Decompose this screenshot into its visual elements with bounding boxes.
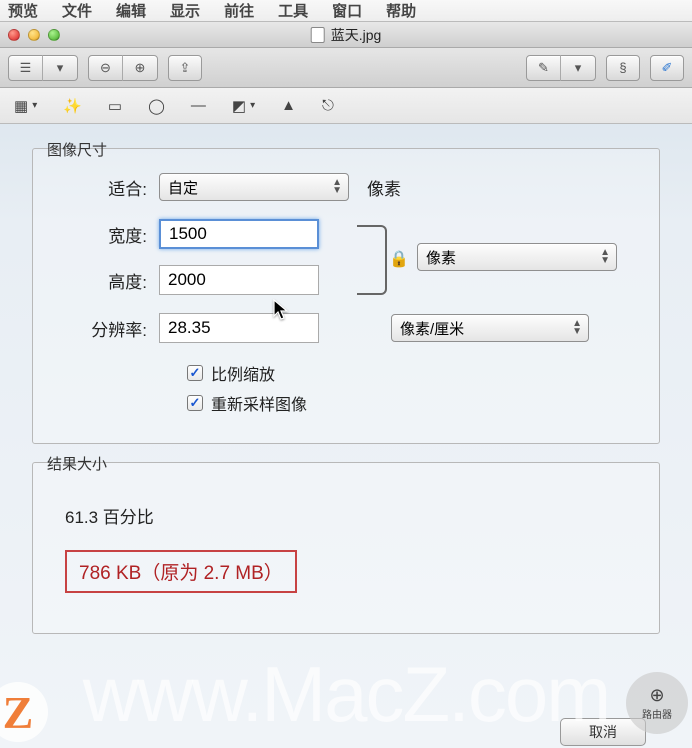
toolbar: ☰ ▾ ⊖ ⊕ ⇪ ✎ ▾ § ✐ xyxy=(0,48,692,88)
traffic-lights xyxy=(8,29,60,41)
resolution-input[interactable] xyxy=(159,313,319,343)
image-size-group: 图像尺寸 适合: 自定 ▲▼ 像素 宽度: 高度: 🔒 像素 ▲▼ xyxy=(32,148,660,444)
dimension-unit-select[interactable]: 像素 ▲▼ xyxy=(417,243,617,271)
zoom-in-icon: ⊕ xyxy=(135,60,146,76)
rectangle-tool[interactable]: ▭ xyxy=(108,97,122,115)
menu-item[interactable]: 文件 xyxy=(62,0,92,21)
menu-item[interactable]: 前往 xyxy=(224,0,254,21)
lock-icon[interactable]: 🔒 xyxy=(389,249,409,269)
resample-checkbox[interactable]: ✓ xyxy=(187,395,203,411)
sign-icon: § xyxy=(619,60,626,75)
zoom-in-button[interactable]: ⊕ xyxy=(123,55,157,81)
select-arrows-icon: ▲▼ xyxy=(332,179,342,195)
checkmark-icon: ✓ xyxy=(190,395,201,411)
sign-button[interactable]: § xyxy=(606,55,640,81)
zoom-out-button[interactable]: ⊖ xyxy=(89,55,123,81)
share-button[interactable]: ⇪ xyxy=(168,55,202,81)
shapes-tool[interactable]: ◩▾ xyxy=(232,97,255,115)
watermark-logo: Z xyxy=(0,682,48,742)
dimension-unit-value: 像素 xyxy=(426,247,456,268)
height-label: 高度: xyxy=(57,268,147,293)
fit-select[interactable]: 自定 ▲▼ xyxy=(159,173,349,201)
image-size-legend: 图像尺寸 xyxy=(43,139,111,160)
window-title: 蓝天.jpg xyxy=(311,25,382,45)
scale-proportional-checkbox[interactable]: ✓ xyxy=(187,365,203,381)
mask-icon: ▲ xyxy=(281,97,296,114)
menu-item[interactable]: 预览 xyxy=(8,0,38,21)
zoom-out-icon: ⊖ xyxy=(100,60,111,76)
selection-icon: ▦ xyxy=(14,97,28,115)
document-icon xyxy=(311,27,325,43)
menu-item[interactable]: 窗口 xyxy=(332,0,362,21)
chevron-down-icon: ▾ xyxy=(32,100,37,111)
resolution-unit-select[interactable]: 像素/厘米 ▲▼ xyxy=(391,314,589,342)
width-input[interactable] xyxy=(159,219,319,249)
menu-item[interactable]: 显示 xyxy=(170,0,200,21)
result-legend: 结果大小 xyxy=(43,453,111,474)
width-label: 宽度: xyxy=(57,222,147,247)
select-arrows-icon: ▲▼ xyxy=(600,249,610,265)
share-icon: ⇪ xyxy=(180,60,191,76)
markup-group: ✎ ▾ xyxy=(526,55,596,81)
resolution-unit-value: 像素/厘米 xyxy=(400,318,464,339)
shapes-icon: ◩ xyxy=(232,97,246,115)
scale-proportional-label: 比例缩放 xyxy=(211,361,275,385)
highlighter-menu-button[interactable]: ▾ xyxy=(561,55,595,81)
ellipse-icon: ◯ xyxy=(148,97,165,115)
fit-label: 适合: xyxy=(57,175,147,200)
close-button[interactable] xyxy=(8,29,20,41)
result-size-group: 结果大小 61.3 百分比 786 KB（原为 2.7 MB） xyxy=(32,462,660,634)
selection-tool[interactable]: ▦▾ xyxy=(14,97,37,115)
view-list-button[interactable]: ☰ xyxy=(9,55,43,81)
zoom-group: ⊖ ⊕ xyxy=(88,55,158,81)
line-tool[interactable]: ― xyxy=(191,97,206,114)
watermark-right-badge: ⊕ 路由器 xyxy=(626,672,688,734)
toolstrip: ▦▾ ✨ ▭ ◯ ― ◩▾ ▲ ⎋ xyxy=(0,88,692,124)
menu-item[interactable]: 工具 xyxy=(278,0,308,21)
menubar: 预览 文件 编辑 显示 前往 工具 窗口 帮助 xyxy=(0,0,692,22)
minimize-button[interactable] xyxy=(28,29,40,41)
mask-tool[interactable]: ▲ xyxy=(281,97,296,114)
checkmark-icon: ✓ xyxy=(190,365,201,381)
window-title-text: 蓝天.jpg xyxy=(331,25,382,45)
view-mode-group: ☰ ▾ xyxy=(8,55,78,81)
adjust-icon: ⎋ xyxy=(322,97,334,114)
result-size: 786 KB（原为 2.7 MB） xyxy=(65,550,297,593)
menu-item[interactable]: 编辑 xyxy=(116,0,146,21)
height-input[interactable] xyxy=(159,265,319,295)
resample-label: 重新采样图像 xyxy=(211,391,307,415)
highlighter-button[interactable]: ✎ xyxy=(527,55,561,81)
wand-icon: ✨ xyxy=(63,97,82,115)
chevron-down-icon: ▾ xyxy=(57,60,64,76)
select-arrows-icon: ▲▼ xyxy=(572,320,582,336)
adjust-tool[interactable]: ⎋ xyxy=(322,97,334,114)
ellipse-tool[interactable]: ◯ xyxy=(148,97,165,115)
chevron-down-icon: ▾ xyxy=(250,100,255,111)
zoom-button[interactable] xyxy=(48,29,60,41)
edit-button[interactable]: ✐ xyxy=(650,55,684,81)
result-percent: 61.3 百分比 xyxy=(65,503,635,528)
fit-unit-text: 像素 xyxy=(367,175,401,200)
edit-icon: ✐ xyxy=(662,60,673,76)
fit-value: 自定 xyxy=(168,177,198,198)
resolution-label: 分辨率: xyxy=(57,316,147,341)
view-cover-button[interactable]: ▾ xyxy=(43,55,77,81)
highlighter-icon: ✎ xyxy=(538,60,549,76)
window-titlebar: 蓝天.jpg xyxy=(0,22,692,48)
chevron-down-icon: ▾ xyxy=(575,60,582,76)
magic-wand-tool[interactable]: ✨ xyxy=(63,97,82,115)
link-bracket-icon xyxy=(357,225,387,295)
rectangle-icon: ▭ xyxy=(108,97,122,115)
dialog-content: 图像尺寸 适合: 自定 ▲▼ 像素 宽度: 高度: 🔒 像素 ▲▼ xyxy=(0,124,692,662)
line-icon: ― xyxy=(191,97,206,114)
list-icon: ☰ xyxy=(20,60,32,76)
menu-item[interactable]: 帮助 xyxy=(386,0,416,21)
